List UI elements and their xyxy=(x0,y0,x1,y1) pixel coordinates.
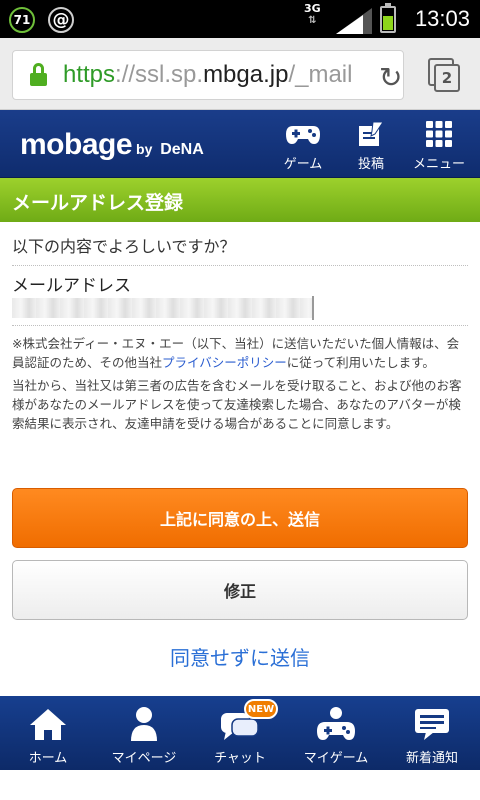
url-scheme: https xyxy=(63,61,116,88)
tab-count: 2 xyxy=(434,64,460,92)
page-title: メールアドレス登録 xyxy=(0,178,480,222)
privacy-notice: ※株式会社ディー・エヌ・エー（以下、当社）に送信いただいた個人情報は、会員認証の… xyxy=(12,334,468,433)
url-subdomain: ssl.sp. xyxy=(135,61,204,88)
privacy-notice-para2: 当社から、当社又は第三者の広告を含むメールを受け取ること、および他のお客様があな… xyxy=(12,378,462,431)
bottom-nav-mygame[interactable]: マイゲーム xyxy=(288,696,384,770)
bottom-navigation: ホーム マイページ NEW チャット マイゲーム 新着通知 xyxy=(0,696,480,770)
mygame-icon xyxy=(288,706,384,742)
send-without-consent-link[interactable]: 同意せずに送信 xyxy=(0,642,480,671)
confirmation-question: 以下の内容でよろしいですか？ xyxy=(12,222,468,266)
network-type-indicator: 3G ⇅ xyxy=(304,3,321,27)
clock: 13:03 xyxy=(414,6,470,31)
new-badge: NEW xyxy=(244,699,278,719)
bottom-nav-notifications-label: 新着通知 xyxy=(405,751,458,766)
status-bar: 71 @ 3G ⇅ 13:03 xyxy=(0,0,480,38)
data-activity-icon: ⇅ xyxy=(308,15,317,26)
email-value-masked xyxy=(12,296,468,326)
confirmation-content: 以下の内容でよろしいですか？ メールアドレス ※株式会社ディー・エヌ・エー（以下… xyxy=(12,222,468,433)
privacy-notice-para1: ※株式会社ディー・エヌ・エー（以下、当社）に送信いただいた個人情報は、会員認証の… xyxy=(12,334,468,372)
bottom-nav-chat[interactable]: NEW チャット xyxy=(192,696,288,770)
tabs-icon[interactable]: 2 xyxy=(428,58,460,92)
logo-text: mobage xyxy=(20,128,133,161)
network-type-label: 3G xyxy=(304,2,321,15)
mobage-logo[interactable]: mobage by DeNA xyxy=(20,128,204,162)
privacy-policy-link[interactable]: プライバシーポリシー xyxy=(162,355,287,370)
header-nav-menu[interactable]: メニュー xyxy=(406,110,472,178)
bottom-nav-chat-label: チャット xyxy=(214,751,266,766)
header-nav-menu-label: メニュー xyxy=(412,157,465,172)
bottom-nav-home-label: ホーム xyxy=(28,751,68,766)
browser-toolbar: https://ssl.sp.mbga.jp/_mail ↻ 2 xyxy=(0,38,480,110)
url-separator: :// xyxy=(115,61,136,88)
page-bottom-area xyxy=(0,770,480,800)
secure-lock-icon xyxy=(30,63,47,87)
url-text[interactable]: https://ssl.sp.mbga.jp/_mail xyxy=(63,61,352,89)
notification-icon xyxy=(384,706,480,742)
logo-by: by xyxy=(136,141,153,157)
bottom-nav-notifications[interactable]: 新着通知 xyxy=(384,696,480,770)
signal-strength-icon xyxy=(336,8,372,34)
email-notification-icon: @ xyxy=(48,7,74,33)
bottom-nav-mypage-label: マイページ xyxy=(111,751,177,766)
edit-button[interactable]: 修正 xyxy=(12,560,468,620)
header-nav-game[interactable]: ゲーム xyxy=(270,110,336,178)
privacy-notice-text2: に従って利用いたします。 xyxy=(286,355,435,370)
email-field-label: メールアドレス xyxy=(12,276,131,296)
gamepad-icon xyxy=(270,120,336,148)
post-icon xyxy=(338,120,404,148)
url-domain: mbga.jp xyxy=(203,61,289,88)
agree-and-send-button[interactable]: 上記に同意の上、送信 xyxy=(12,488,468,548)
person-icon xyxy=(96,706,192,742)
notification-count-icon: 71 xyxy=(9,7,35,33)
header-nav-game-label: ゲーム xyxy=(283,157,323,172)
bottom-nav-mygame-label: マイゲーム xyxy=(303,751,369,766)
grid-menu-icon xyxy=(406,120,472,148)
logo-dena: DeNA xyxy=(160,141,204,158)
header-nav-post-label: 投稿 xyxy=(357,157,384,172)
reload-icon[interactable]: ↻ xyxy=(379,61,402,94)
address-bar[interactable]: https://ssl.sp.mbga.jp/_mail ↻ xyxy=(12,50,404,100)
url-path: /_mail xyxy=(288,61,353,88)
bottom-nav-home[interactable]: ホーム xyxy=(0,696,96,770)
bottom-nav-mypage[interactable]: マイページ xyxy=(96,696,192,770)
header-nav-post[interactable]: 投稿 xyxy=(338,110,404,178)
battery-icon xyxy=(380,3,396,33)
home-icon xyxy=(0,706,96,742)
site-header: mobage by DeNA ゲーム 投稿 メニュー xyxy=(0,110,480,178)
